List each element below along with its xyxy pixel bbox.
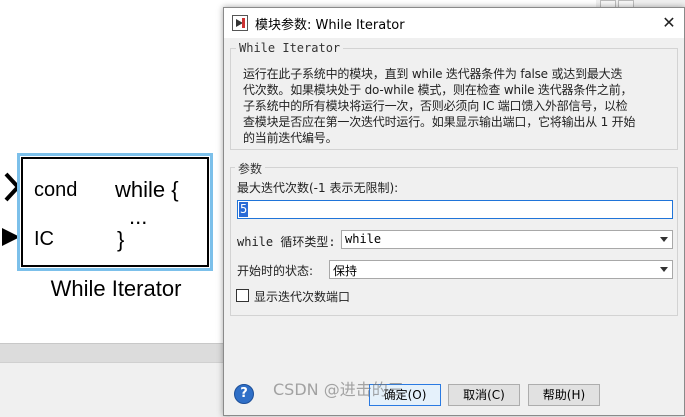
port-label-cond: cond [34, 179, 78, 201]
chevron-down-icon [660, 237, 668, 242]
show-iteration-port-label[interactable]: 显示迭代次数端口 [254, 288, 350, 305]
while-loop-type-value: while [345, 232, 382, 246]
max-iterations-value: 5 [239, 202, 249, 217]
while-iterator-block[interactable]: cond IC while { ... } [21, 157, 209, 267]
watermark: CSDN @进击的三 [273, 380, 404, 399]
description-group: While Iterator 运行在此子系统中的模块，直到 while 迭代器条… [230, 41, 678, 150]
description-line: 代次数。如果模块处于 do-while 模式，则在检查 while 迭代器条件之… [243, 83, 633, 97]
description-line: 的当前迭代编号。 [243, 131, 338, 145]
while-loop-type-label: while 循环类型: [237, 235, 336, 249]
block-icon-dots: ... [129, 204, 148, 229]
max-iterations-label: 最大迭代次数(-1 表示无限制): [237, 181, 399, 195]
while-loop-type-select[interactable]: while [341, 230, 673, 249]
status-area [0, 362, 230, 417]
block-icon-close-brace: } [117, 227, 125, 252]
max-iterations-input[interactable]: 5 [237, 200, 673, 219]
help-icon[interactable]: ? [234, 384, 254, 404]
block-icon-while: while { [115, 177, 179, 202]
simulink-block-icon [232, 15, 248, 31]
canvas-scrollbar[interactable] [0, 343, 230, 363]
dialog-titlebar[interactable]: 模块参数: While Iterator ✕ [224, 8, 684, 38]
dialog-title: 模块参数: While Iterator [255, 18, 405, 33]
start-state-label: 开始时的状态: [237, 264, 314, 278]
show-iteration-port-checkbox[interactable] [236, 289, 249, 302]
parameters-group-label: 参数 [235, 160, 266, 177]
start-state-value: 保持 [333, 264, 358, 278]
help-button[interactable]: 帮助(H) [528, 384, 600, 406]
start-state-select[interactable]: 保持 [329, 260, 673, 279]
block-parameters-dialog: 模块参数: While Iterator ✕ While Iterator 运行… [223, 7, 685, 416]
description-line: 查模块是否应在第一次迭代时运行。如果显示输出端口，它将输出从 1 开始 [243, 115, 636, 129]
chevron-down-icon [660, 267, 668, 272]
description-group-label: While Iterator [236, 41, 344, 55]
description-line: 运行在此子系统中的模块，直到 while 迭代器条件为 false 或达到最大迭 [243, 67, 623, 81]
cancel-button[interactable]: 取消(C) [448, 384, 520, 406]
block-name-label[interactable]: While Iterator [22, 276, 210, 302]
port-label-ic: IC [34, 228, 54, 250]
description-line: 子系统中的所有模块将运行一次，否则必须向 IC 端口馈入外部信号，以检 [243, 99, 628, 113]
close-icon[interactable]: ✕ [656, 10, 682, 36]
